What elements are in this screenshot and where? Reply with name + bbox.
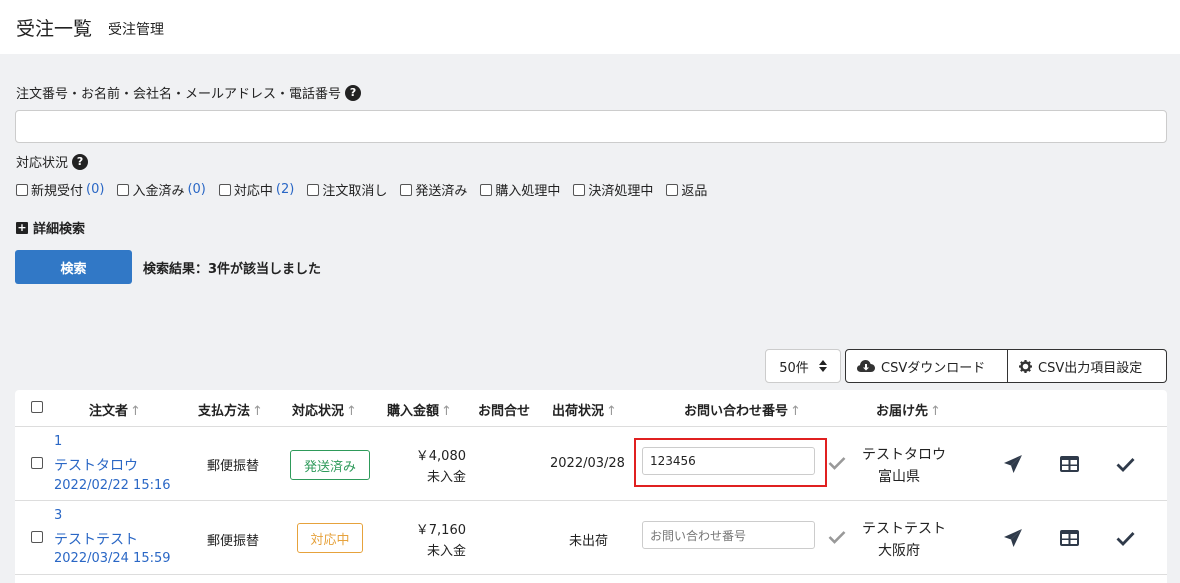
- shipping-date: 2022/03/28: [550, 456, 625, 471]
- select-all-checkbox[interactable]: [31, 401, 43, 413]
- cloud-download-icon: [857, 360, 875, 372]
- destination-name: テストタロウ: [862, 447, 946, 463]
- checkbox[interactable]: [218, 183, 231, 196]
- destination-name: テストテスト: [862, 521, 946, 537]
- header-divider: [15, 426, 1167, 427]
- status-checkbox-returned[interactable]: 返品: [666, 180, 707, 199]
- column-header-amount[interactable]: 購入金額 ↑: [387, 400, 452, 419]
- order-date[interactable]: 2022/02/22 15:16: [54, 478, 171, 493]
- page-title: 受注一覧: [16, 18, 93, 40]
- highlight-box: [634, 438, 827, 487]
- order-date[interactable]: 2022/03/24 15:59: [54, 551, 171, 566]
- row-checkbox[interactable]: [31, 457, 43, 469]
- shipping-status: 未出荷: [569, 534, 609, 549]
- column-header-tracking[interactable]: お問い合わせ番号 ↑: [684, 400, 801, 419]
- status-checkbox-cancelled[interactable]: 注文取消し: [307, 180, 387, 199]
- check-icon[interactable]: [1116, 531, 1135, 546]
- sort-arrow-icon: ↑: [606, 404, 617, 419]
- status-checkbox-payment-processing[interactable]: 決済処理中: [573, 180, 653, 199]
- check-icon[interactable]: [828, 456, 846, 470]
- table-icon[interactable]: [1060, 456, 1079, 472]
- status-checkbox-paid[interactable]: 入金済み (0): [117, 180, 206, 199]
- order-id-link[interactable]: 3: [54, 508, 62, 523]
- advanced-search-toggle[interactable]: + 詳細検索: [16, 218, 85, 237]
- sort-arrow-icon: ↑: [130, 404, 141, 419]
- checkbox[interactable]: [16, 183, 28, 196]
- checkbox[interactable]: [666, 183, 679, 196]
- row-divider: [15, 574, 1167, 575]
- status-badge: 対応中: [297, 523, 363, 553]
- payment-status: 未入金: [426, 544, 466, 559]
- column-header-orderer[interactable]: 注文者 ↑: [89, 400, 141, 419]
- row-checkbox[interactable]: [31, 531, 43, 543]
- payment-method: 郵便振替: [207, 459, 260, 474]
- sort-arrow-icon: ↑: [252, 404, 263, 419]
- orderer-name-link[interactable]: テストタロウ: [54, 455, 138, 475]
- column-header-destination[interactable]: お届け先 ↑: [876, 400, 941, 419]
- status-badge: 発送済み: [290, 450, 370, 480]
- sort-arrow-icon: ↑: [790, 404, 801, 419]
- order-amount: ￥7,160: [415, 523, 466, 538]
- column-header-inquiry: お問合せ: [478, 404, 531, 419]
- search-label: 注文番号・お名前・会社名・メールアドレス・電話番号 ?: [16, 83, 362, 102]
- payment-status: 未入金: [426, 470, 466, 485]
- search-result-text: 検索結果：3件が該当しました: [143, 262, 322, 277]
- checkbox[interactable]: [400, 183, 413, 196]
- search-input[interactable]: [15, 110, 1167, 143]
- search-button[interactable]: 検索: [15, 250, 132, 284]
- tracking-number-input[interactable]: お問い合わせ番号: [642, 521, 815, 549]
- checkbox[interactable]: [573, 183, 586, 196]
- gear-icon: [1019, 359, 1032, 373]
- status-checkbox-shipped[interactable]: 発送済み: [400, 180, 467, 199]
- csv-settings-button[interactable]: CSV出力項目設定: [1008, 349, 1167, 383]
- check-icon[interactable]: [1116, 457, 1135, 472]
- status-checkbox-purchase-processing[interactable]: 購入処理中: [480, 180, 560, 199]
- csv-button-group: CSVダウンロード CSV出力項目設定: [845, 349, 1167, 383]
- send-icon[interactable]: [1003, 454, 1023, 474]
- per-page-select[interactable]: 50件: [765, 349, 841, 383]
- destination-prefecture: 富山県: [878, 469, 920, 485]
- payment-method: 郵便振替: [207, 534, 260, 549]
- order-id-link[interactable]: 1: [54, 434, 62, 449]
- page-header: 受注一覧 受注管理: [0, 0, 1180, 54]
- checkbox[interactable]: [307, 183, 320, 196]
- sort-arrow-icon: ↑: [441, 404, 452, 419]
- order-amount: ￥4,080: [415, 449, 466, 464]
- column-header-payment[interactable]: 支払方法 ↑: [198, 400, 263, 419]
- table-icon[interactable]: [1060, 530, 1079, 546]
- status-checkbox-new[interactable]: 新規受付 (0): [16, 180, 104, 199]
- check-icon[interactable]: [828, 530, 846, 544]
- status-filter-label: 対応状況 ?: [16, 152, 89, 171]
- checkbox[interactable]: [117, 183, 130, 196]
- plus-square-icon: +: [16, 220, 28, 234]
- send-icon[interactable]: [1003, 528, 1023, 548]
- sort-arrow-icon: ↑: [930, 404, 941, 419]
- row-divider: [15, 500, 1167, 501]
- sort-arrow-icon: ↑: [346, 404, 357, 419]
- status-filter: 新規受付 (0) 入金済み (0) 対応中 (2) 注文取消し 発送済み 購入処理中 …: [16, 180, 707, 199]
- help-icon[interactable]: ?: [345, 84, 362, 101]
- sort-updown-icon: [818, 360, 827, 372]
- orderer-name-link[interactable]: テストテスト: [54, 529, 138, 549]
- column-header-shipping[interactable]: 出荷状況 ↑: [552, 400, 617, 419]
- status-checkbox-in-progress[interactable]: 対応中 (2): [218, 180, 294, 199]
- csv-download-button[interactable]: CSVダウンロード: [845, 349, 1008, 383]
- destination-prefecture: 大阪府: [878, 543, 920, 559]
- page-subtitle: 受注管理: [108, 22, 164, 38]
- checkbox[interactable]: [480, 183, 493, 196]
- help-icon[interactable]: ?: [72, 153, 89, 170]
- column-header-status[interactable]: 対応状況 ↑: [292, 400, 357, 419]
